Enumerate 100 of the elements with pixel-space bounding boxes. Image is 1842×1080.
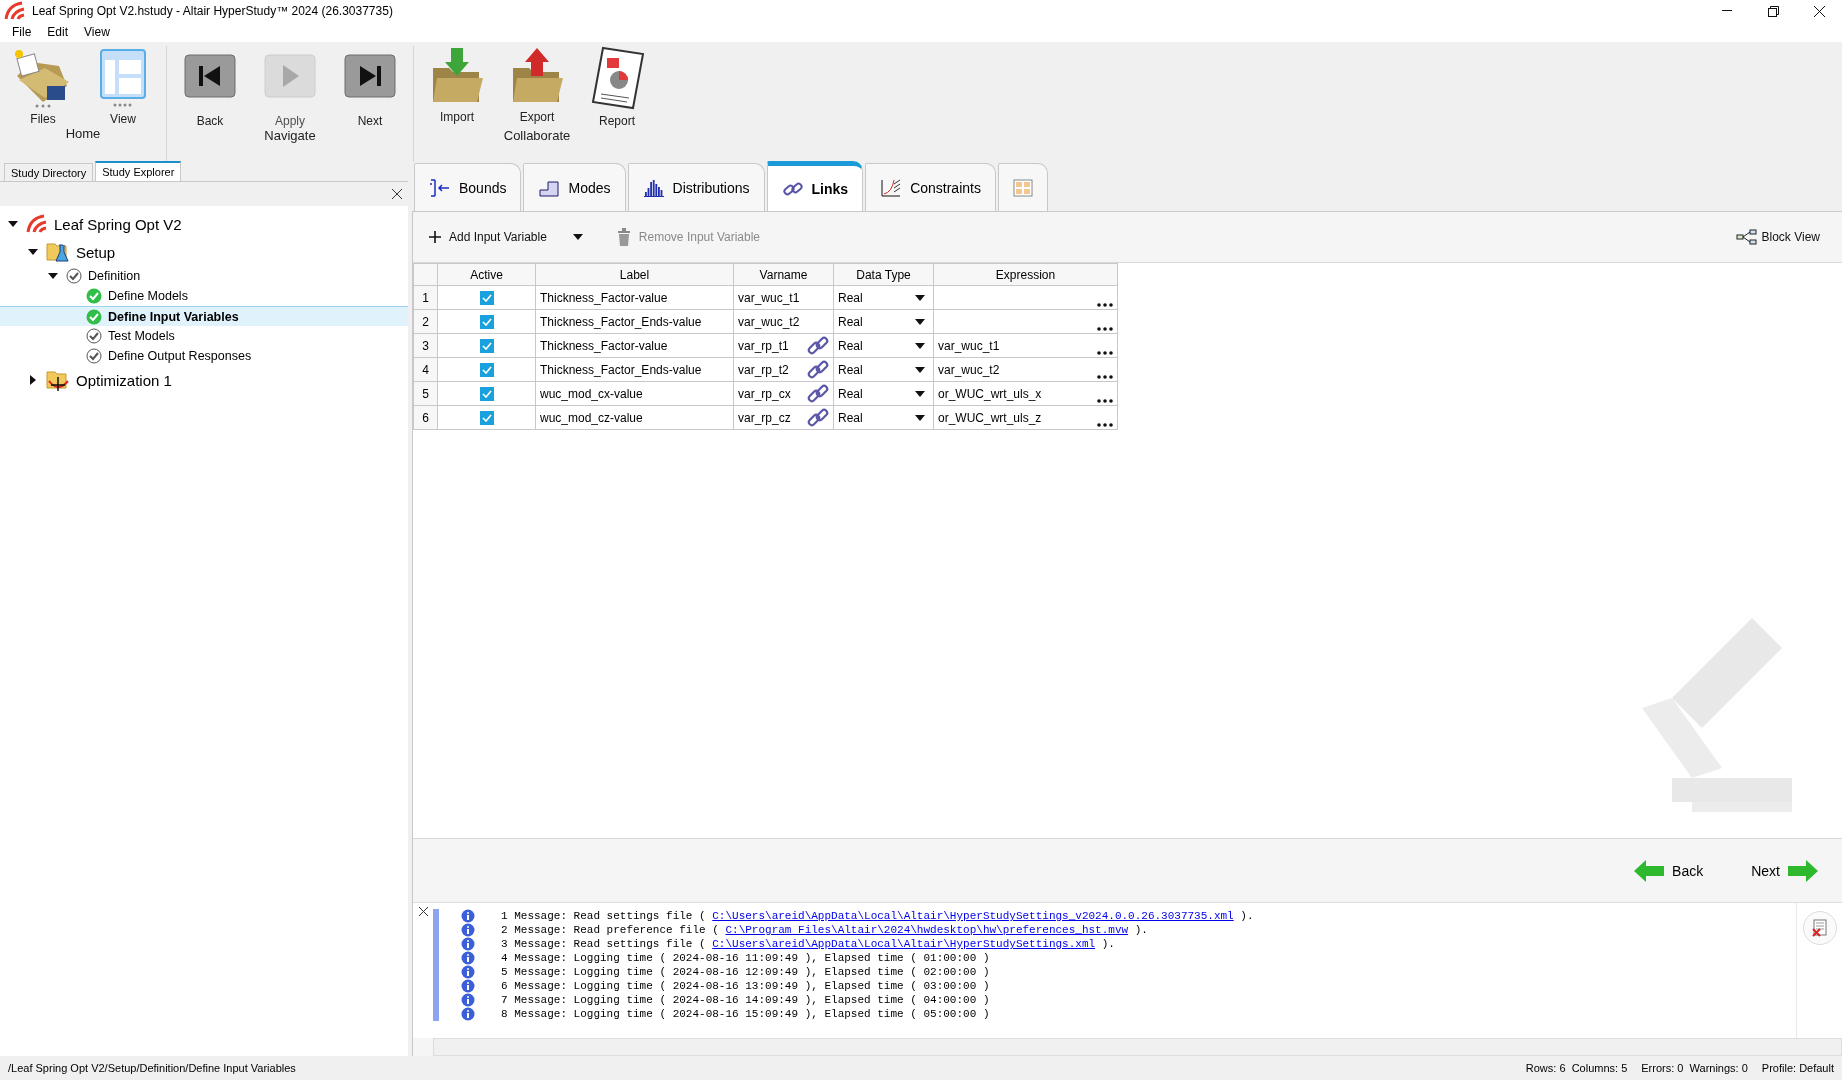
status-text: Profile: Default bbox=[1761, 1062, 1834, 1074]
dropdown-value: Real bbox=[838, 410, 863, 425]
tree-item[interactable]: Define Input Variables bbox=[0, 306, 408, 326]
link-icon bbox=[807, 358, 829, 381]
checkbox[interactable] bbox=[479, 314, 494, 329]
toolbar-button[interactable]: View bbox=[92, 46, 154, 126]
skip-forward-icon bbox=[344, 54, 396, 98]
ellipsis-icon bbox=[1097, 351, 1113, 355]
more-button[interactable] bbox=[1097, 399, 1113, 403]
column-header: Active bbox=[437, 263, 536, 286]
toolbar-button[interactable]: Back bbox=[179, 46, 241, 128]
trash-icon bbox=[616, 228, 631, 246]
tab[interactable]: Constraints bbox=[865, 163, 996, 211]
group-label: Collaborate bbox=[503, 128, 571, 143]
toolbar-button[interactable]: Next bbox=[339, 46, 401, 128]
status-path: /Leaf Spring Opt V2/Setup/Definition/Define Input Variables bbox=[8, 1062, 297, 1074]
next-button[interactable]: Next bbox=[1745, 858, 1824, 883]
menu-item[interactable]: File bbox=[4, 25, 40, 39]
table-cell: or_WUC_wrt_uls_z bbox=[938, 410, 1042, 425]
more-button[interactable] bbox=[1097, 423, 1113, 427]
arrow-right-icon bbox=[1788, 859, 1818, 882]
info-icon bbox=[461, 1007, 475, 1021]
info-icon bbox=[461, 965, 475, 979]
more-button[interactable] bbox=[1097, 303, 1113, 307]
checkbox[interactable] bbox=[479, 362, 494, 377]
check-circle-icon bbox=[86, 328, 102, 344]
checkbox[interactable] bbox=[479, 386, 494, 401]
ellipsis-icon bbox=[1097, 303, 1113, 307]
table-cell: Thickness_Factor_Ends-value bbox=[535, 357, 734, 382]
panel-tab[interactable]: Study Directory bbox=[4, 163, 94, 181]
link-icon bbox=[807, 334, 829, 357]
dropdown-value: Real bbox=[838, 290, 863, 305]
back-button[interactable]: Back bbox=[1628, 858, 1710, 883]
block-view-button[interactable]: Block View bbox=[1729, 228, 1826, 246]
toolbar-button[interactable]: Files bbox=[12, 46, 74, 126]
toolbar-button[interactable]: Add Input Variable bbox=[429, 230, 547, 244]
menu-item[interactable]: View bbox=[76, 25, 118, 39]
tree-item[interactable]: Define Output Responses bbox=[0, 346, 408, 366]
caret-icon bbox=[915, 342, 925, 349]
table-cell: Thickness_Factor-value bbox=[535, 333, 734, 358]
window-title: Leaf Spring Opt V2.hstudy - Altair HyperStudy™ 2024 (26.3037735) bbox=[32, 4, 394, 18]
log-message: 5 Message: Logging time ( 2024-08-16 12:09:49 ), Elapsed time ( 02:00:00 ) bbox=[501, 966, 990, 978]
menu-item[interactable]: Edit bbox=[39, 25, 77, 39]
table-cell: wuc_mod_cx-value bbox=[535, 381, 734, 406]
play-icon bbox=[264, 54, 316, 98]
checkbox[interactable] bbox=[479, 338, 494, 353]
file-link[interactable]: C:\Program Files\Altair\2024\hwdesktop\hw\preferences_hst.mvw bbox=[725, 924, 1129, 936]
tree-item[interactable]: Setup bbox=[0, 238, 408, 266]
file-link[interactable]: C:\Users\areid\AppData\Local\Altair\HyperStudySettings.xml bbox=[712, 938, 1096, 950]
close-icon bbox=[418, 907, 428, 916]
tab[interactable]: Distributions bbox=[627, 163, 765, 211]
ellipsis-icon bbox=[1097, 423, 1113, 427]
check-circle-icon bbox=[86, 348, 102, 364]
window-layout-icon bbox=[97, 46, 149, 108]
check-circle-icon bbox=[66, 268, 82, 284]
dropdown-value: Real bbox=[838, 386, 863, 401]
bounds-icon bbox=[429, 177, 451, 198]
info-icon bbox=[461, 937, 475, 951]
clear-log-button[interactable] bbox=[1802, 911, 1837, 945]
panel-tab[interactable]: Study Explorer bbox=[95, 161, 182, 181]
collapse-arrow-icon bbox=[48, 271, 58, 281]
tab[interactable]: Bounds bbox=[414, 163, 522, 211]
more-button[interactable] bbox=[1097, 375, 1113, 379]
status-text: Rows: 6 Columns: 5 bbox=[1525, 1062, 1628, 1074]
plus-icon bbox=[429, 231, 441, 243]
horizontal-scrollbar[interactable] bbox=[433, 1038, 1842, 1056]
checkbox[interactable] bbox=[479, 410, 494, 425]
tab[interactable]: Links bbox=[766, 161, 864, 211]
checkbox[interactable] bbox=[479, 290, 494, 305]
log-message: 8 Message: Logging time ( 2024-08-16 15:09:49 ), Elapsed time ( 05:00:00 ) bbox=[501, 1008, 990, 1020]
toolbar-button[interactable]: Export bbox=[506, 46, 568, 128]
table-cell: var_rp_t1 bbox=[738, 338, 789, 353]
status-text: Errors: 0 Warnings: 0 bbox=[1641, 1062, 1748, 1074]
caret-icon bbox=[915, 390, 925, 397]
clear-list-icon bbox=[1810, 919, 1829, 937]
log-message: 6 Message: Logging time ( 2024-08-16 13:09:49 ), Elapsed time ( 03:00:00 ) bbox=[501, 980, 990, 992]
tree-item[interactable]: Optimization 1 bbox=[0, 366, 408, 394]
tree-item[interactable]: Define Models bbox=[0, 286, 408, 306]
column-header: Data Type bbox=[833, 263, 934, 286]
dropdown-value: Real bbox=[838, 314, 863, 329]
tree-item[interactable]: Test Models bbox=[0, 326, 408, 346]
link-icon bbox=[807, 406, 829, 429]
table-cell: var_rp_cz bbox=[738, 410, 791, 425]
table-cell: var_wuc_t2 bbox=[738, 314, 800, 329]
log-message: 4 Message: Logging time ( 2024-08-16 11:09:49 ), Elapsed time ( 01:00:00 ) bbox=[501, 952, 990, 964]
dropdown-value: Real bbox=[838, 338, 863, 353]
tree-item[interactable]: Leaf Spring Opt V2 bbox=[0, 210, 408, 238]
tab[interactable]: Modes bbox=[523, 163, 626, 211]
column-header: Varname bbox=[733, 263, 834, 286]
tree-item[interactable]: Definition bbox=[0, 266, 408, 286]
toolbar-button[interactable]: Import bbox=[426, 46, 488, 128]
grid-icon bbox=[1012, 178, 1033, 197]
more-button[interactable] bbox=[1097, 327, 1113, 331]
table-cell: var_wuc_t1 bbox=[738, 290, 800, 305]
toolbar-button[interactable]: Report bbox=[586, 46, 648, 128]
ellipsis-icon bbox=[1097, 399, 1113, 403]
report-icon bbox=[589, 46, 645, 110]
file-link[interactable]: C:\Users\areid\AppData\Local\Altair\HyperStudySettings_v2024.0.0.26.3037735.xml bbox=[712, 910, 1234, 922]
more-button[interactable] bbox=[1097, 351, 1113, 355]
close-button[interactable] bbox=[392, 189, 402, 199]
